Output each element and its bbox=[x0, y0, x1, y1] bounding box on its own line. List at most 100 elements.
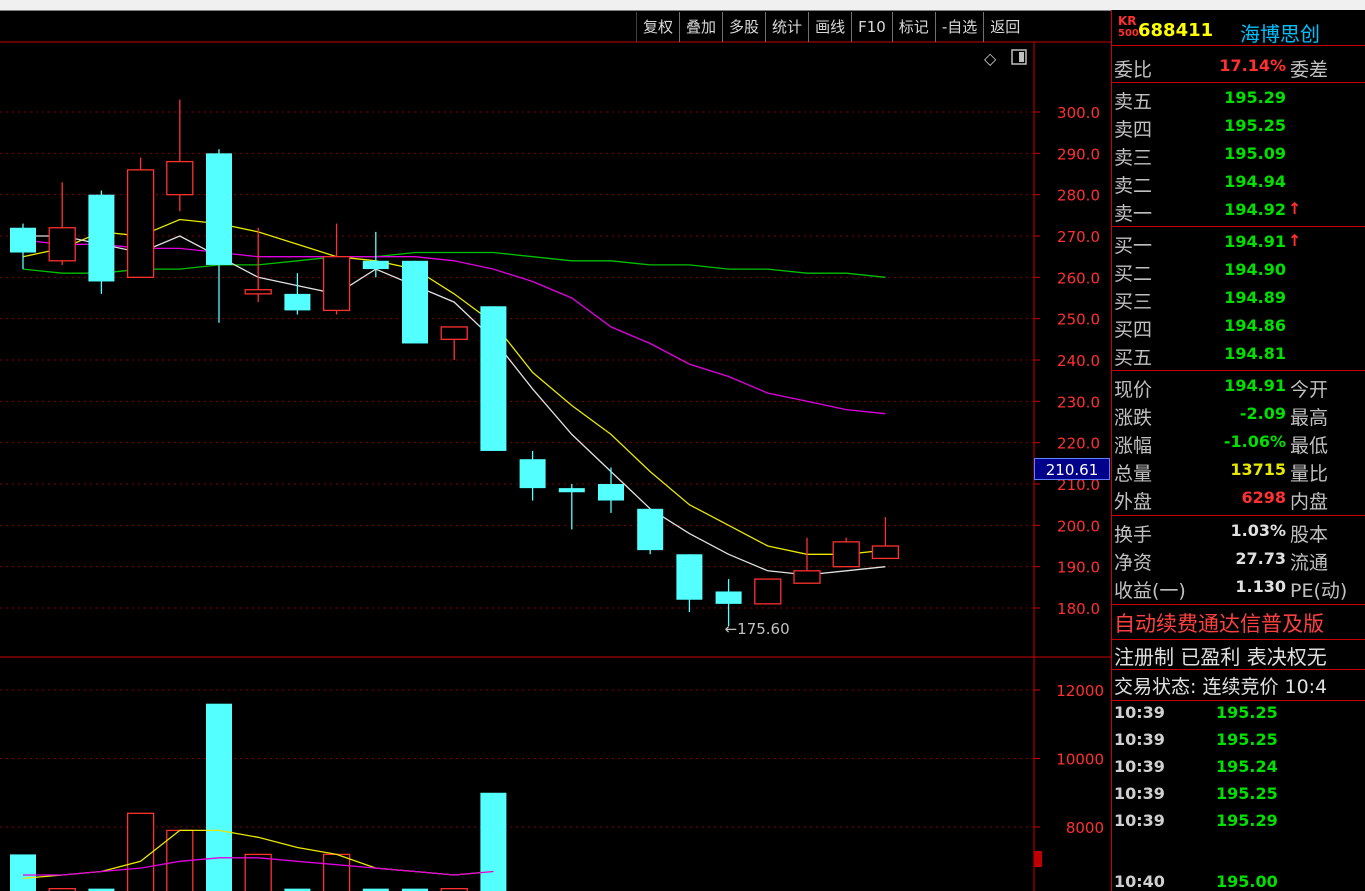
price-axis-label: 180.0 bbox=[1057, 600, 1100, 618]
kline-chart[interactable]: 300.0 290.0 280.0 270.0 260.0 250.0 240.0 230.0… bbox=[0, 0, 1111, 891]
bid-row[interactable]: 买三 194.89 bbox=[1112, 285, 1365, 313]
bid-row[interactable]: 买四 194.86 bbox=[1112, 313, 1365, 341]
candle-body-up bbox=[793, 570, 821, 584]
window-icon-fill bbox=[1019, 52, 1024, 62]
tick-time: 10:39 bbox=[1114, 730, 1165, 749]
tick-time: 10:40 bbox=[1114, 872, 1165, 891]
notice-row[interactable]: 自动续费通达信普及版 bbox=[1112, 608, 1365, 636]
stat-label2: 量比 bbox=[1290, 463, 1329, 485]
candle-body-up bbox=[322, 256, 351, 312]
stat-label2: 最低 bbox=[1290, 435, 1329, 457]
tick-row: 10:40 195.00 bbox=[1112, 872, 1365, 891]
volume-axis-label: 8000 bbox=[1066, 819, 1104, 837]
notice-link[interactable]: 自动续费通达信普及版 bbox=[1114, 608, 1324, 638]
separator bbox=[1112, 700, 1365, 701]
price-axis-label: 220.0 bbox=[1057, 435, 1100, 453]
candle-body-down bbox=[637, 508, 664, 551]
market-badge: KR 500 bbox=[1118, 14, 1139, 39]
tick-row: 10:39 195.24 bbox=[1112, 757, 1365, 785]
ask-row[interactable]: 卖四 195.25 bbox=[1112, 113, 1365, 141]
candle-body-up bbox=[244, 289, 272, 295]
mark-button[interactable]: 标记 bbox=[891, 12, 935, 42]
stat-row: 涨跌 -2.09 最高 bbox=[1112, 401, 1365, 429]
stat-label2: 股本 bbox=[1290, 524, 1329, 546]
weibi-value: 17.14% bbox=[1219, 56, 1286, 75]
stat-label: 涨跌 bbox=[1114, 407, 1153, 429]
tick-time: 10:39 bbox=[1114, 811, 1165, 830]
separator bbox=[1112, 226, 1365, 227]
price-axis-label: 290.0 bbox=[1057, 145, 1100, 163]
candle-body-up bbox=[126, 169, 155, 278]
low-price-annotation: ←175.60 bbox=[725, 620, 790, 638]
statistics-button[interactable]: 统计 bbox=[765, 12, 808, 42]
ask-label: 卖三 bbox=[1114, 147, 1153, 169]
notice-row: 注册制 已盈利 表决权无 bbox=[1112, 641, 1365, 669]
stat-label: 涨幅 bbox=[1114, 435, 1153, 457]
separator bbox=[1112, 639, 1365, 640]
tick-price: 195.25 bbox=[1216, 784, 1278, 803]
candle-body-up bbox=[754, 578, 782, 605]
price-axis-label: 300.0 bbox=[1057, 104, 1100, 122]
stat-label2: PE(动) bbox=[1290, 580, 1348, 602]
ask-label: 卖二 bbox=[1114, 175, 1153, 197]
volume-axis-label: 12000 bbox=[1056, 682, 1104, 700]
stock-header: KR 500 688411 海博思创 bbox=[1112, 10, 1365, 47]
candle-body-down bbox=[206, 153, 232, 265]
bid-label: 买五 bbox=[1114, 347, 1153, 369]
tick-price: 195.25 bbox=[1216, 703, 1278, 722]
volume-bar-down bbox=[480, 792, 507, 891]
candle-body-up bbox=[832, 541, 860, 568]
multi-stock-button[interactable]: 多股 bbox=[722, 12, 765, 42]
ask-row[interactable]: 卖二 194.94 bbox=[1112, 169, 1365, 197]
fuquan-button[interactable]: 复权 bbox=[636, 12, 679, 42]
stat-label: 总量 bbox=[1114, 463, 1153, 485]
market-badge-bottom: 500 bbox=[1118, 28, 1139, 39]
stat-value: 1.130 bbox=[1235, 577, 1286, 596]
bid-label: 买三 bbox=[1114, 291, 1153, 313]
bid-row[interactable]: 买一 194.91 ↑ bbox=[1112, 229, 1365, 257]
stat-row: 涨幅 -1.06% 最低 bbox=[1112, 429, 1365, 457]
market-badge-top: KR bbox=[1118, 14, 1137, 28]
ask-row[interactable]: 卖三 195.09 bbox=[1112, 141, 1365, 169]
stat-value: -1.06% bbox=[1223, 432, 1286, 451]
chart-toolbar: 复权 叠加 多股 统计 画线 F10 标记 -自选 返回 bbox=[636, 12, 1026, 42]
f10-button[interactable]: F10 bbox=[851, 12, 892, 42]
volume-marker bbox=[1034, 851, 1042, 867]
ask-label: 卖五 bbox=[1114, 91, 1153, 113]
price-axis-label: 240.0 bbox=[1057, 352, 1100, 370]
ask-price: 194.92 bbox=[1224, 200, 1286, 219]
stat-value: 6298 bbox=[1241, 488, 1286, 507]
separator bbox=[1112, 515, 1365, 516]
status-row: 交易状态: 连续竞价 10:4 bbox=[1112, 671, 1365, 699]
stock-code: 688411 bbox=[1138, 20, 1214, 41]
candle-body-down bbox=[362, 260, 389, 270]
candle-body-down bbox=[598, 484, 624, 501]
quote-panel: KR 500 688411 海博思创 委比 17.14% 委差 卖五 195.2… bbox=[1111, 10, 1365, 891]
candle-body-down bbox=[519, 459, 546, 489]
overlay-button[interactable]: 叠加 bbox=[679, 12, 722, 42]
stat-label: 换手 bbox=[1114, 524, 1153, 546]
stat-row: 现价 194.91 今开 bbox=[1112, 373, 1365, 401]
price-axis-label: 250.0 bbox=[1057, 311, 1100, 329]
candle-body-down bbox=[284, 293, 311, 311]
stat-row: 换手 1.03% 股本 bbox=[1112, 518, 1365, 546]
tick-row: 10:39 195.25 bbox=[1112, 703, 1365, 731]
separator bbox=[1112, 82, 1365, 83]
listing-tags: 注册制 已盈利 表决权无 bbox=[1114, 645, 1327, 669]
draw-line-button[interactable]: 画线 bbox=[808, 12, 851, 42]
bid-row[interactable]: 买五 194.81 bbox=[1112, 341, 1365, 369]
separator bbox=[1112, 370, 1365, 371]
candle-body-up bbox=[440, 326, 468, 340]
diamond-icon: ◇ bbox=[984, 49, 997, 68]
bid-label: 买一 bbox=[1114, 235, 1153, 257]
candle-body-down bbox=[88, 194, 115, 282]
separator bbox=[1112, 45, 1365, 46]
remove-watchlist-button[interactable]: -自选 bbox=[934, 12, 983, 42]
ask-row[interactable]: 卖五 195.29 bbox=[1112, 85, 1365, 113]
volume-bar-up bbox=[322, 853, 351, 891]
back-button[interactable]: 返回 bbox=[983, 12, 1026, 42]
candle-body-down bbox=[480, 306, 507, 451]
stock-name[interactable]: 海博思创 bbox=[1240, 18, 1320, 47]
bid-row[interactable]: 买二 194.90 bbox=[1112, 257, 1365, 285]
ask-row[interactable]: 卖一 194.92 ↑ bbox=[1112, 197, 1365, 225]
